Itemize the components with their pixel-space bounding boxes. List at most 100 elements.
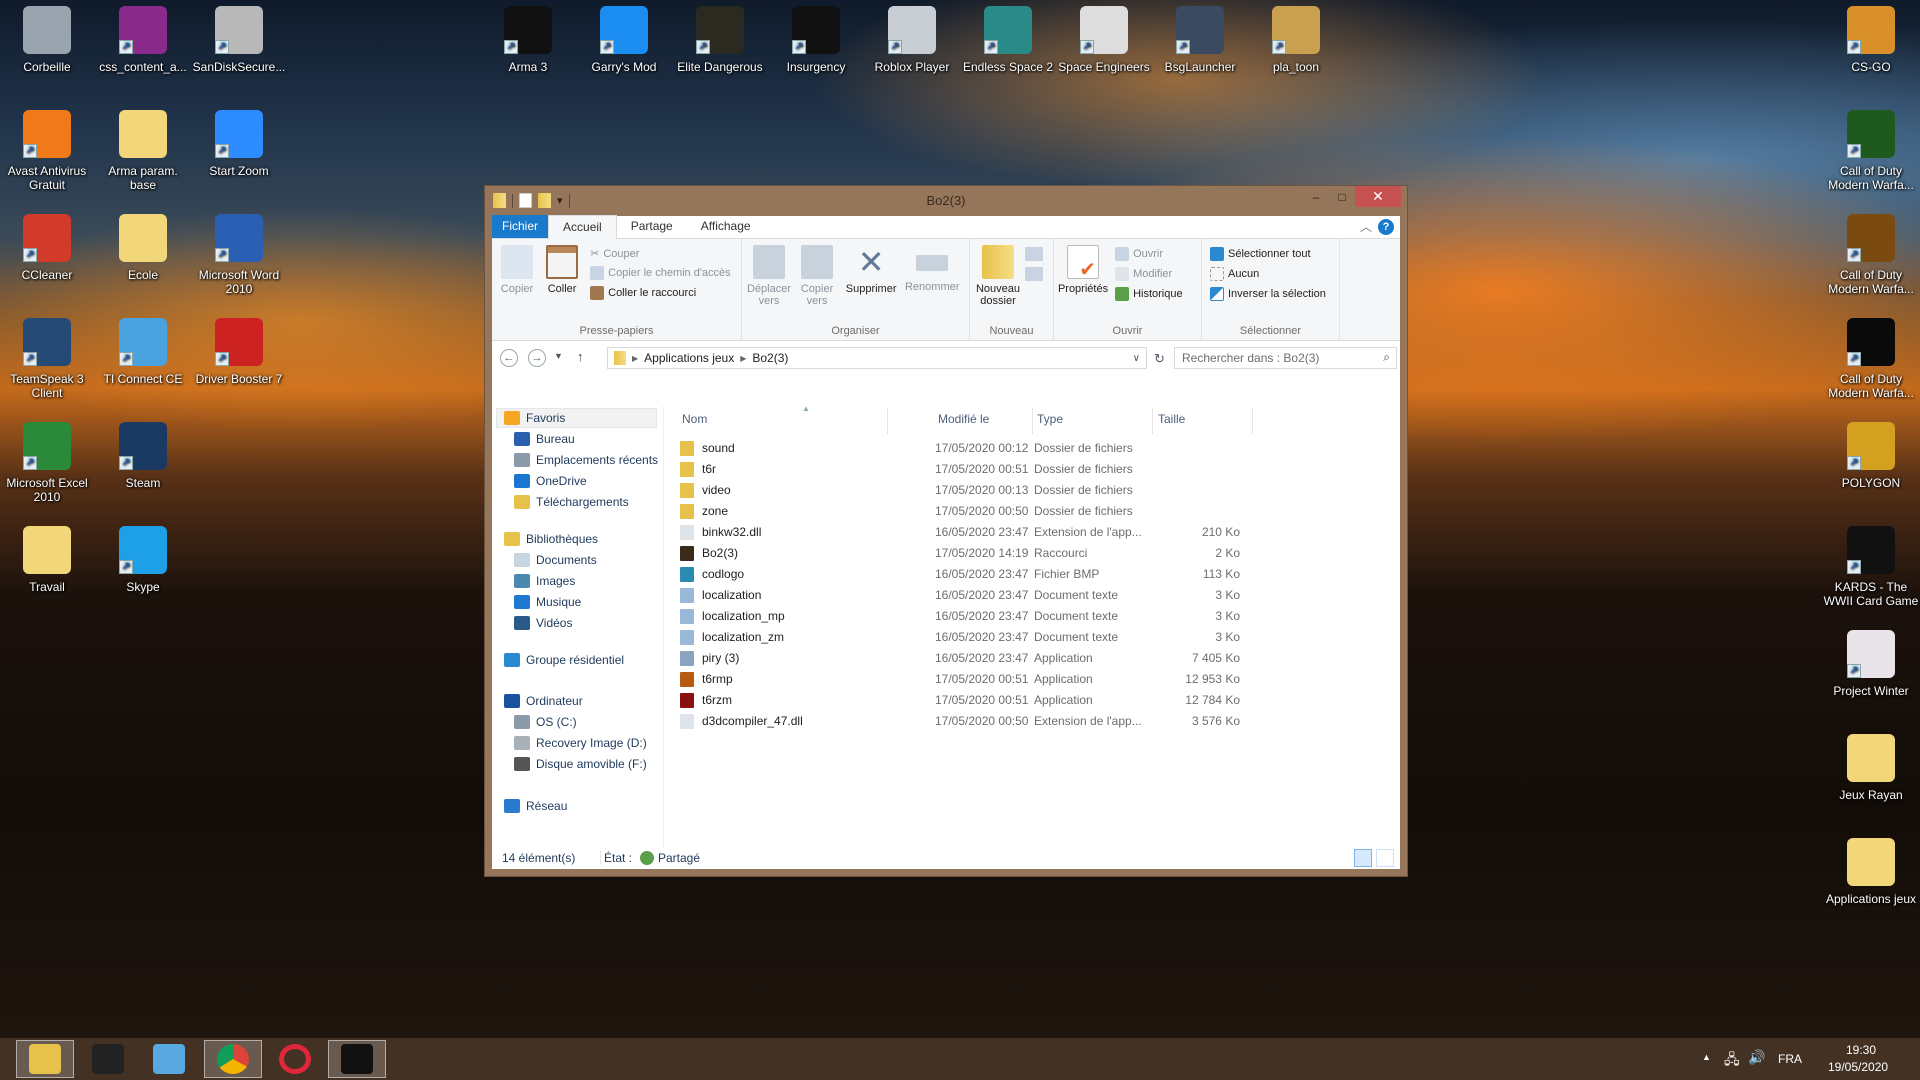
breadcrumb-item[interactable]: Applications jeux <box>644 351 734 365</box>
maximize-button[interactable]: □ <box>1329 186 1355 207</box>
select-none-button[interactable]: Aucun <box>1210 267 1326 281</box>
desktop-icon[interactable]: ↗ POLYGON <box>1823 422 1919 490</box>
file-row[interactable]: localization_zm 16/05/2020 23:47 Document … <box>672 627 1272 648</box>
nav-item[interactable]: Bibliothèques <box>504 529 598 549</box>
desktop-icon[interactable]: ↗ Call of Duty Modern Warfa... <box>1823 214 1919 296</box>
desktop-icon[interactable]: ↗ CCleaner <box>0 214 95 282</box>
breadcrumb-item[interactable]: Bo2(3) <box>752 351 788 365</box>
new-item-icon[interactable] <box>1025 247 1044 261</box>
easy-access-icon[interactable] <box>1025 267 1044 281</box>
back-button[interactable]: ← <box>500 349 518 367</box>
desktop-icon[interactable]: ↗ Space Engineers <box>1056 6 1152 74</box>
desktop-icon[interactable]: ↗ Microsoft Excel 2010 <box>0 422 95 504</box>
tab-fichier[interactable]: Fichier <box>492 215 549 238</box>
move-to-button[interactable]: Déplacer vers <box>746 243 792 307</box>
nav-item[interactable]: OneDrive <box>514 471 587 491</box>
paste-shortcut-button[interactable]: Coller le raccourci <box>590 286 731 300</box>
taskbar-puzzle-app[interactable] <box>79 1040 137 1078</box>
desktop-icon[interactable]: ↗ Driver Booster 7 <box>191 318 287 386</box>
file-row[interactable]: t6r 17/05/2020 00:51 Dossier de fichiers <box>672 459 1272 480</box>
desktop-icon[interactable]: Jeux Rayan <box>1823 734 1919 802</box>
column-divider[interactable] <box>1152 408 1153 434</box>
taskbar-calculator[interactable] <box>140 1040 198 1078</box>
file-row[interactable]: t6rmp 17/05/2020 00:51 Application 12 953 K… <box>672 669 1272 690</box>
desktop-icon[interactable]: ↗ css_content_a... <box>95 6 191 74</box>
language-indicator[interactable]: FRA <box>1778 1052 1802 1066</box>
file-row[interactable]: localization 16/05/2020 23:47 Document tex… <box>672 585 1272 606</box>
copy-path-button[interactable]: Copier le chemin d'accès <box>590 266 731 280</box>
desktop-icon[interactable]: Corbeille <box>0 6 95 74</box>
nav-item[interactable]: Téléchargements <box>514 492 629 512</box>
desktop-icon[interactable]: ↗ CS-GO <box>1823 6 1919 74</box>
file-row[interactable]: Bo2(3) 17/05/2020 14:19 Raccourci 2 Ko <box>672 543 1272 564</box>
column-divider[interactable] <box>1032 408 1033 434</box>
desktop-icon[interactable]: ↗ Microsoft Word 2010 <box>191 214 287 296</box>
properties-button[interactable]: ✔ Propriétés <box>1058 243 1108 295</box>
desktop-icon[interactable]: ↗ Start Zoom <box>191 110 287 178</box>
large-icons-view-button[interactable] <box>1376 849 1394 867</box>
nav-item[interactable]: Groupe résidentiel <box>504 650 624 670</box>
desktop-icon[interactable]: ↗ TeamSpeak 3 Client <box>0 318 95 400</box>
rename-button[interactable]: Renommer <box>903 243 961 293</box>
desktop-icon[interactable]: ↗ Call of Duty Modern Warfa... <box>1823 110 1919 192</box>
desktop-icon[interactable]: Ecole <box>95 214 191 282</box>
nav-item[interactable]: Vidéos <box>514 613 572 633</box>
desktop-icon[interactable]: Arma param. base <box>95 110 191 192</box>
invert-selection-button[interactable]: Inverser la sélection <box>1210 287 1326 301</box>
taskbar-opera[interactable] <box>266 1040 324 1078</box>
file-row[interactable]: zone 17/05/2020 00:50 Dossier de fichiers <box>672 501 1272 522</box>
desktop-icon[interactable]: ↗ Skype <box>95 526 191 594</box>
desktop-icon[interactable]: ↗ BsgLauncher <box>1152 6 1248 74</box>
desktop-icon[interactable]: ↗ TI Connect CE <box>95 318 191 386</box>
nav-item[interactable]: Ordinateur <box>504 691 583 711</box>
file-row[interactable]: video 17/05/2020 00:13 Dossier de fichiers <box>672 480 1272 501</box>
recent-locations-icon[interactable]: ▼ <box>554 351 563 361</box>
desktop-icon[interactable]: ↗ Insurgency <box>768 6 864 74</box>
clock-time[interactable]: 19:30 <box>1846 1043 1876 1057</box>
desktop-icon[interactable]: Travail <box>0 526 95 594</box>
show-hidden-icons-button[interactable]: ▲ <box>1702 1052 1711 1062</box>
collapse-ribbon-icon[interactable]: ︿ <box>1360 218 1372 235</box>
taskbar-chrome[interactable] <box>204 1040 262 1078</box>
cut-button[interactable]: ✂ Couper <box>590 247 731 261</box>
new-folder-button[interactable]: Nouveau dossier <box>974 243 1022 307</box>
taskbar-epic-games[interactable] <box>328 1040 386 1078</box>
column-header-type[interactable]: Type <box>1037 412 1063 426</box>
network-icon[interactable]: 🖧 <box>1724 1049 1740 1073</box>
nav-item[interactable]: Images <box>514 571 575 591</box>
desktop-icon[interactable]: ↗ KARDS - The WWII Card Game <box>1823 526 1919 608</box>
column-header-name[interactable]: Nom <box>682 412 707 426</box>
copy-to-button[interactable]: Copier vers <box>795 243 839 307</box>
file-row[interactable]: piry (3) 16/05/2020 23:47 Application 7 405… <box>672 648 1272 669</box>
chevron-down-icon[interactable]: ∨ <box>1133 353 1140 364</box>
column-header-size[interactable]: Taille <box>1158 412 1185 426</box>
nav-item[interactable]: Disque amovible (F:) <box>514 754 647 774</box>
desktop-icon[interactable]: ↗ Elite Dangerous <box>672 6 768 74</box>
nav-item[interactable]: OS (C:) <box>514 712 577 732</box>
tab-affichage[interactable]: Affichage <box>687 215 765 238</box>
column-divider[interactable] <box>1252 408 1253 434</box>
desktop-icon[interactable]: ↗ Project Winter <box>1823 630 1919 698</box>
delete-button[interactable]: ✕ Supprimer <box>842 243 900 295</box>
forward-button[interactable]: → <box>528 349 546 367</box>
desktop-icon[interactable]: ↗ Steam <box>95 422 191 490</box>
desktop-icon[interactable]: ↗ Roblox Player <box>864 6 960 74</box>
desktop-icon[interactable]: ↗ Arma 3 <box>480 6 576 74</box>
file-row[interactable]: t6rzm 17/05/2020 00:51 Application 12 784 K… <box>672 690 1272 711</box>
paste-button[interactable]: Coller <box>541 243 583 295</box>
help-icon[interactable]: ? <box>1378 219 1394 235</box>
refresh-icon[interactable]: ↻ <box>1154 351 1165 367</box>
history-button[interactable]: Historique <box>1115 287 1183 301</box>
clock-date[interactable]: 19/05/2020 <box>1828 1060 1888 1074</box>
nav-item[interactable]: Favoris <box>496 408 657 428</box>
open-button[interactable]: Ouvrir <box>1115 247 1183 261</box>
desktop-icon[interactable]: ↗ Call of Duty Modern Warfa... <box>1823 318 1919 400</box>
nav-item[interactable]: Emplacements récents <box>514 450 658 470</box>
desktop-icon[interactable]: Applications jeux <box>1823 838 1919 906</box>
desktop-icon[interactable]: ↗ Avast Antivirus Gratuit <box>0 110 95 192</box>
desktop-icon[interactable]: ↗ Garry's Mod <box>576 6 672 74</box>
close-button[interactable]: ✕ <box>1355 186 1401 207</box>
select-all-button[interactable]: Sélectionner tout <box>1210 247 1326 261</box>
nav-item[interactable]: Réseau <box>504 796 567 816</box>
nav-item[interactable]: Documents <box>514 550 597 570</box>
